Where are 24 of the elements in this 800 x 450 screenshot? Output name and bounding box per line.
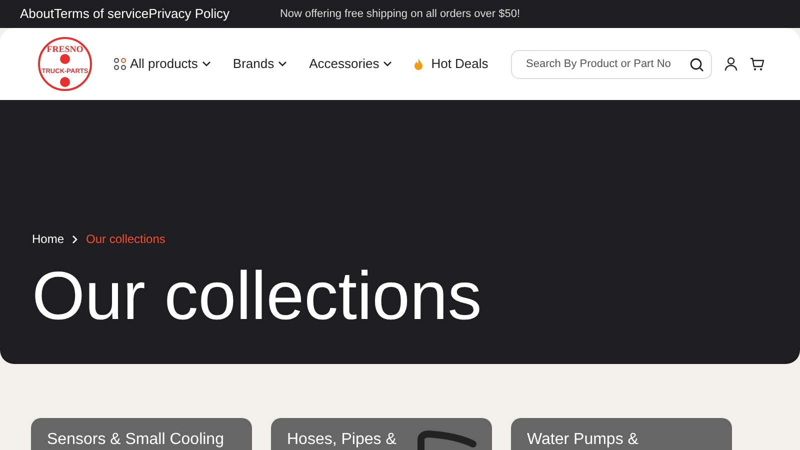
nav-link[interactable]: All products: [114, 54, 211, 74]
collection-card[interactable]: Sensors & Small Cooling: [31, 418, 252, 450]
collection-card[interactable]: Hoses, Pipes &: [271, 418, 492, 450]
footer-link[interactable]: Privacy Policy: [148, 4, 230, 24]
footer-link[interactable]: About: [20, 4, 54, 24]
page-title: Our collections: [32, 262, 483, 330]
nav-link[interactable]: Accessories: [309, 54, 392, 74]
search-icon[interactable]: [690, 58, 704, 72]
nav-link[interactable]: Hot Deals: [414, 54, 488, 74]
nav-link[interactable]: Brands: [232, 54, 288, 74]
breadcrumb-link[interactable]: Our collections: [86, 230, 166, 248]
collection-title: Water Pumps &: [527, 430, 640, 450]
cart-icon[interactable]: [750, 57, 764, 71]
flame-icon: [414, 58, 424, 70]
collection-card[interactable]: Water Pumps &: [511, 418, 732, 450]
footer-link[interactable]: Terms of service: [54, 4, 149, 24]
collection-title: Sensors & Small Cooling: [47, 430, 225, 450]
breadcrumb-link[interactable]: Home: [32, 230, 64, 248]
search-field[interactable]: Search By Product or Part No: [511, 50, 712, 78]
grid-icon: [114, 58, 126, 70]
announcement-text: Now offering free shipping on all orders over $50!: [280, 6, 520, 22]
chevron-icon: [72, 234, 78, 244]
account-icon[interactable]: [724, 57, 738, 71]
collection-title: Hoses, Pipes &: [287, 430, 398, 450]
